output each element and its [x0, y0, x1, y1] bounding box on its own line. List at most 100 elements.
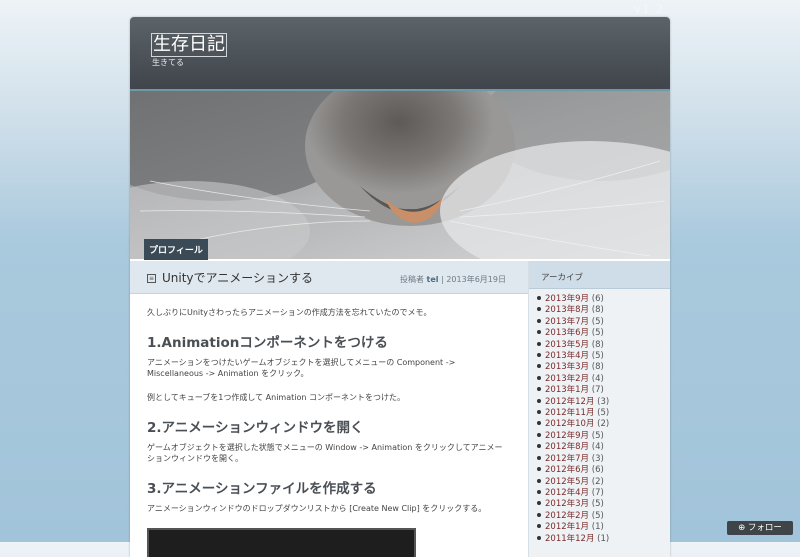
archive-link[interactable]: 2012年7月 [545, 454, 589, 464]
bullet-icon [537, 467, 541, 472]
archive-count: (8) [591, 339, 604, 350]
bullet-icon [537, 341, 541, 346]
section-heading: 1.Animationコンポーネントをつける [147, 335, 388, 351]
archive-count: (5) [597, 408, 610, 419]
archive-link[interactable]: 2013年3月 [545, 362, 589, 372]
archive-link[interactable]: 2012年5月 [545, 477, 589, 487]
archive-item: 2013年6月 (5) [537, 328, 609, 339]
archive-link[interactable]: 2012年12月 [545, 397, 594, 407]
bullet-icon [537, 501, 541, 506]
bullet-icon [537, 489, 541, 494]
bullet-icon [537, 387, 541, 392]
archive-link[interactable]: 2013年4月 [545, 351, 589, 361]
follow-label: フォロー [747, 523, 782, 533]
archive-item: 2012年7月 (3) [537, 454, 609, 465]
archive-item: 2013年7月 (5) [537, 317, 609, 328]
meta-separator: | [441, 275, 444, 284]
bullet-icon [537, 478, 541, 483]
bullet-icon [537, 512, 541, 517]
sidebar-header: アーカイブ [529, 261, 670, 289]
archive-count: (5) [591, 316, 604, 327]
bullet-icon [537, 307, 541, 312]
archive-count: (5) [591, 430, 604, 441]
archive-link[interactable]: 2012年6月 [545, 465, 589, 475]
archive-item: 2012年4月 (7) [537, 488, 609, 499]
header-image [130, 91, 670, 259]
archive-count: (8) [591, 362, 604, 373]
archive-item: 2013年4月 (5) [537, 351, 609, 362]
bullet-icon [537, 398, 541, 403]
archive-count: (5) [591, 510, 604, 521]
archive-item: 2012年12月 (3) [537, 397, 609, 408]
archive-count: (3) [597, 396, 610, 407]
archive-count: (5) [591, 328, 604, 339]
archive-count: (2) [597, 419, 610, 430]
archive-count: (3) [591, 453, 604, 464]
site-title[interactable]: 生存日記 [151, 33, 227, 57]
archive-item: 2013年8月 (8) [537, 305, 609, 316]
profile-tab[interactable]: プロフィール [144, 239, 208, 260]
section-paragraph: 例としてキューブを1つ作成して Animation コンポーネントをつけた。 [147, 393, 405, 402]
section-heading: 2.アニメーションウィンドウを開く [147, 420, 364, 436]
cat-photo [130, 91, 670, 259]
bullet-icon [537, 432, 541, 437]
archive-count: (1) [597, 533, 610, 544]
archive-list: 2013年9月 (6) 2013年8月 (8) 2013年7月 (5) 2013年6月… [537, 294, 609, 545]
archive-link[interactable]: 2013年5月 [545, 340, 589, 350]
archive-item: 2013年2月 (4) [537, 374, 609, 385]
archive-item: 2012年2月 (5) [537, 511, 609, 522]
archive-item: 2012年1月 (1) [537, 522, 609, 533]
archive-count: (1) [591, 522, 604, 533]
post-title[interactable]: Unityでアニメーションする [162, 269, 313, 286]
archive-link[interactable]: 2013年6月 [545, 328, 589, 338]
section-paragraph: ゲームオブジェクトを選択した状態でメニューの Window -> Animati… [147, 443, 503, 463]
post-date[interactable]: 2013年6月19日 [446, 275, 506, 284]
bullet-icon [537, 524, 541, 529]
archive-link[interactable]: 2012年4月 [545, 488, 589, 498]
archive-link[interactable]: 2012年9月 [545, 431, 589, 441]
archive-count: (6) [591, 294, 604, 304]
archive-item: 2013年5月 (8) [537, 340, 609, 351]
blog-container: 生存日記 生きてる プロフィール ≡ Unityでアニメーションする 投稿者 t… [130, 17, 670, 557]
post-header: ≡ Unityでアニメーションする 投稿者 tel | 2013年6月19日 [130, 261, 528, 294]
archive-count: (7) [591, 487, 604, 498]
entry-icon: ≡ [147, 274, 156, 283]
bullet-icon [537, 410, 541, 415]
archive-link[interactable]: 2013年7月 [545, 317, 589, 327]
archive-link[interactable]: 2013年1月 [545, 385, 589, 395]
archive-item: 2013年1月 (7) [537, 385, 609, 396]
archive-link[interactable]: 2011年12月 [545, 534, 594, 544]
archive-item: 2012年6月 (6) [537, 465, 609, 476]
archive-link[interactable]: 2012年8月 [545, 442, 589, 452]
archive-link[interactable]: 2013年2月 [545, 374, 589, 384]
archive-item: 2012年10月 (2) [537, 419, 609, 430]
follow-button[interactable]: ⊕ フォロー [727, 521, 793, 535]
site-description: 生きてる [152, 58, 184, 67]
archive-count: (4) [591, 442, 604, 453]
post-body: 久しぶりにUnityさわったらアニメーションの作成方法を忘れていたのでメモ。 1… [147, 307, 509, 514]
archive-link[interactable]: 2012年2月 [545, 511, 589, 521]
plus-icon: ⊕ [738, 523, 746, 533]
archive-item: 2012年5月 (2) [537, 477, 609, 488]
main-content: ≡ Unityでアニメーションする 投稿者 tel | 2013年6月19日 久… [130, 261, 528, 557]
archive-item: 2012年11月 (5) [537, 408, 609, 419]
archive-link[interactable]: 2012年11月 [545, 408, 594, 418]
archive-count: (4) [591, 373, 604, 384]
archive-link[interactable]: 2012年10月 [545, 419, 594, 429]
post-intro: 久しぶりにUnityさわったらアニメーションの作成方法を忘れていたのでメモ。 [147, 308, 432, 317]
archive-link[interactable]: 2013年9月 [545, 294, 589, 304]
archive-count: (7) [591, 385, 604, 396]
archive-link[interactable]: 2012年1月 [545, 522, 589, 532]
archive-count: (8) [591, 305, 604, 316]
archive-link[interactable]: 2012年3月 [545, 499, 589, 509]
post-author[interactable]: tel [427, 275, 439, 284]
bullet-icon [537, 330, 541, 335]
section-paragraph: アニメーションウィンドウのドロップダウンリストから [Create New Cl… [147, 504, 487, 513]
screenshot-image [147, 528, 416, 557]
bullet-icon [537, 353, 541, 358]
sidebar: アーカイブ 2013年9月 (6) 2013年8月 (8) 2013年7月 (5) 2… [528, 261, 670, 557]
meta-prefix: 投稿者 [400, 275, 424, 284]
archive-link[interactable]: 2013年8月 [545, 305, 589, 315]
section-heading: 3.アニメーションファイルを作成する [147, 481, 377, 497]
archive-item: 2012年8月 (4) [537, 442, 609, 453]
